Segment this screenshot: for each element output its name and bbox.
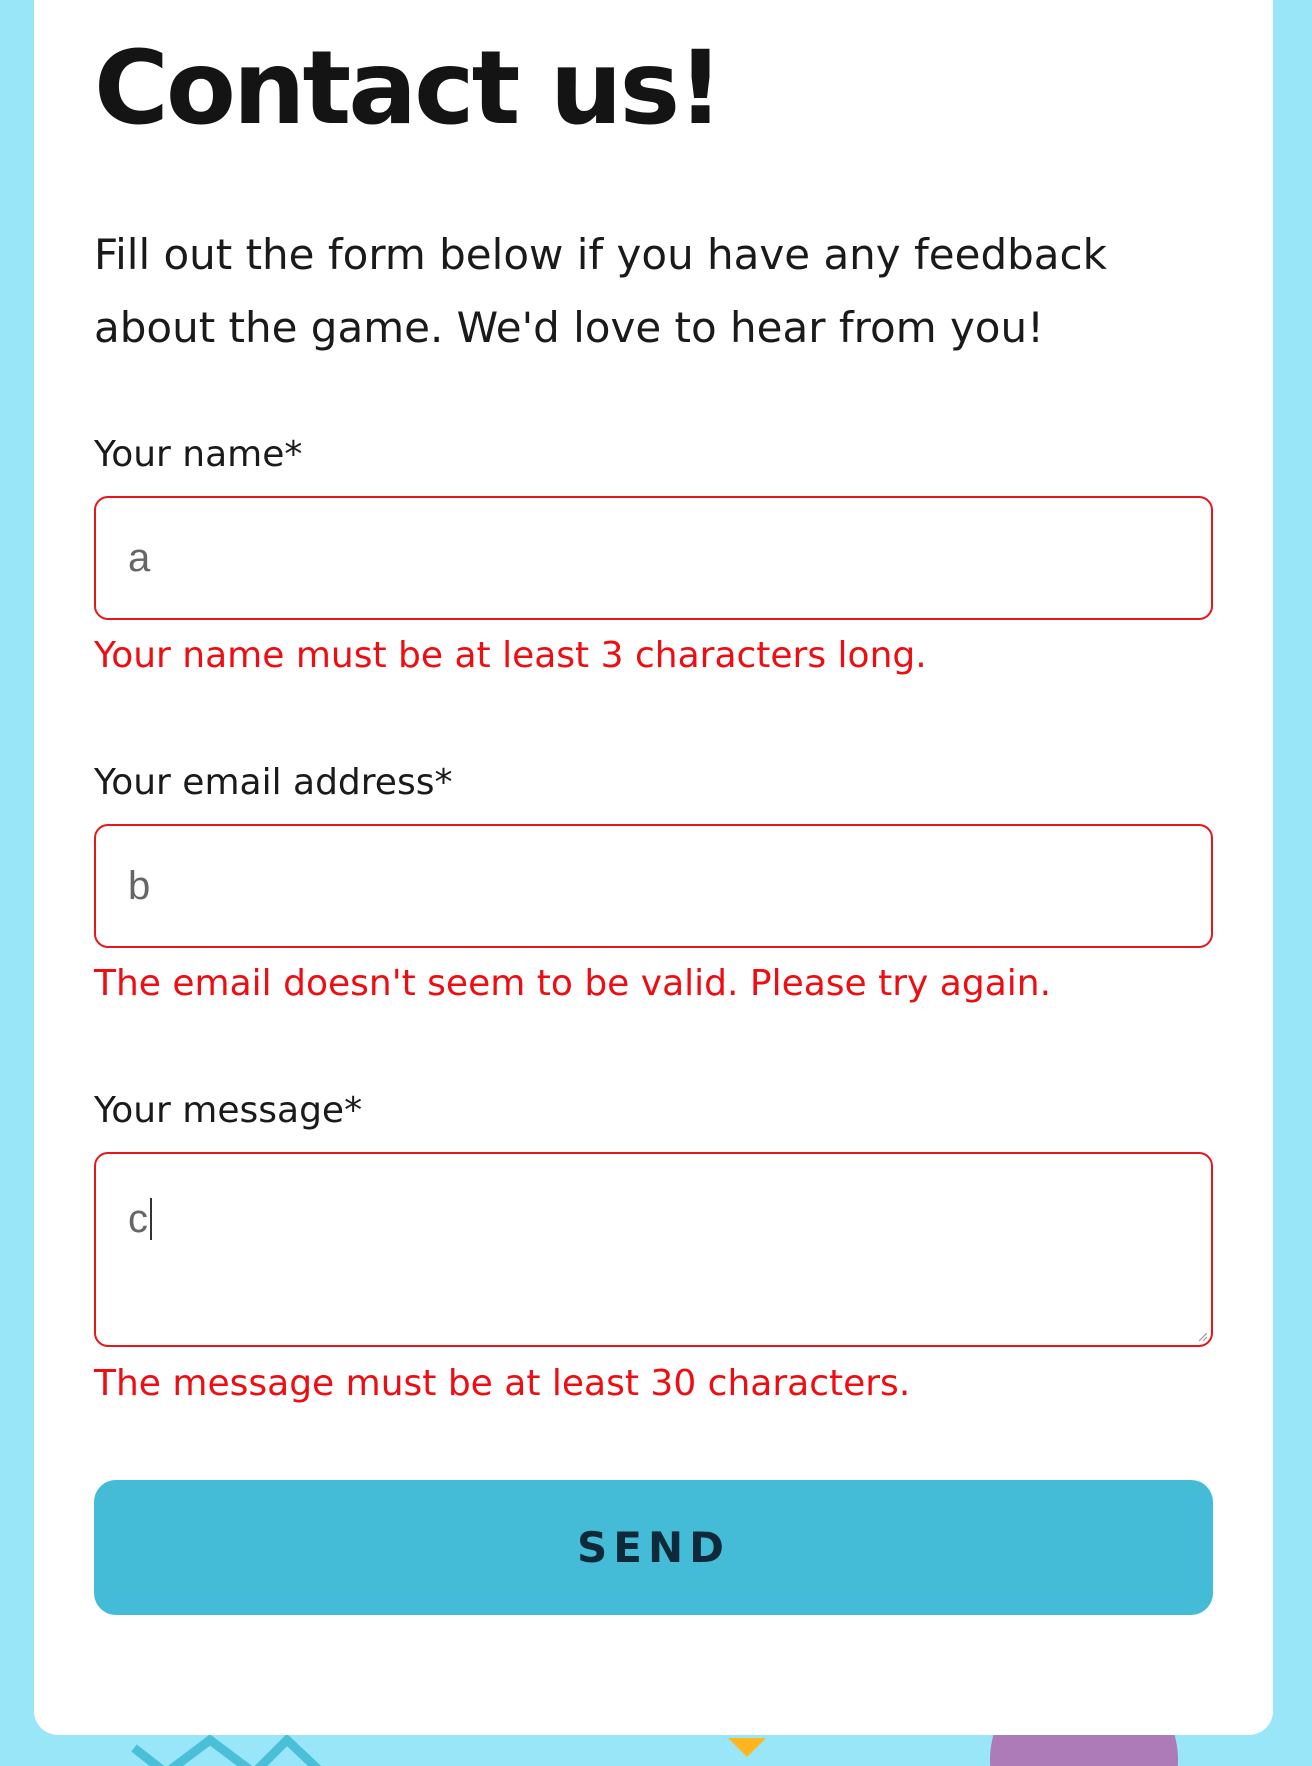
message-textarea-value: c — [128, 1197, 148, 1241]
email-error: The email doesn't seem to be valid. Plea… — [94, 963, 1052, 1004]
send-button[interactable]: SEND — [94, 1480, 1213, 1615]
contact-card: Contact us! Fill out the form below if y… — [34, 0, 1273, 1735]
yellow-shape — [728, 1738, 766, 1757]
email-input[interactable]: b — [94, 824, 1213, 948]
zigzag-shape — [131, 1733, 322, 1766]
text-caret — [150, 1198, 152, 1240]
name-input[interactable]: a — [94, 496, 1213, 620]
name-error: Your name must be at least 3 characters … — [94, 635, 927, 676]
name-input-value: a — [128, 535, 151, 580]
message-textarea[interactable]: c — [94, 1152, 1213, 1347]
message-error: The message must be at least 30 characte… — [94, 1363, 911, 1404]
name-label: Your name* — [94, 434, 303, 475]
message-label: Your message* — [94, 1090, 363, 1131]
intro-text: Fill out the form below if you have any … — [94, 230, 1107, 352]
resize-handle-icon[interactable] — [1197, 1331, 1207, 1341]
page-title: Contact us! — [94, 29, 724, 148]
email-label: Your email address* — [94, 762, 453, 803]
email-input-value: b — [128, 863, 151, 908]
